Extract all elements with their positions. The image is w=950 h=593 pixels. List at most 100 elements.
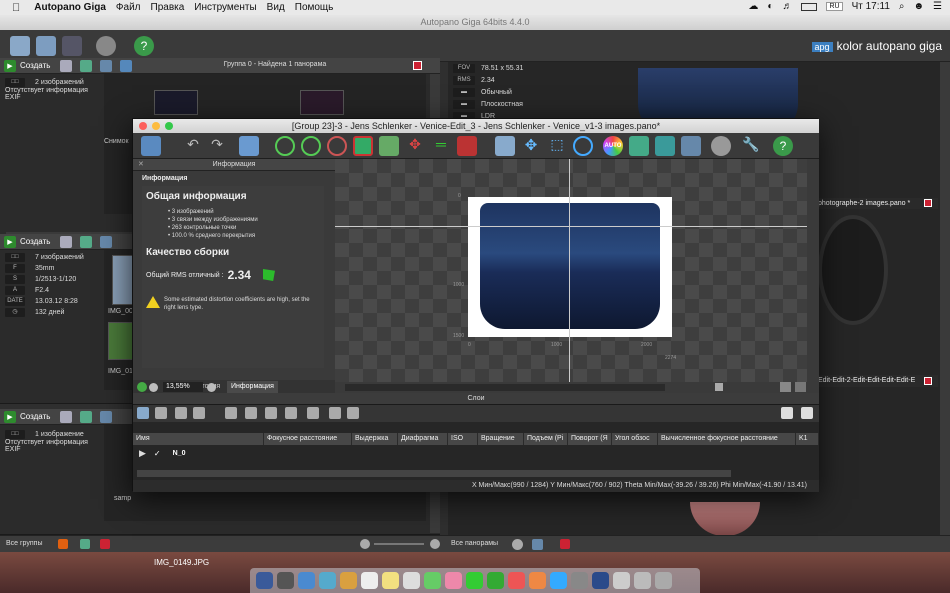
contacts-icon[interactable] — [340, 572, 357, 589]
filter-icon[interactable] — [347, 407, 359, 419]
zoom-in-icon[interactable] — [430, 539, 440, 549]
close-group-icon[interactable] — [413, 61, 422, 70]
rotate-icon[interactable] — [301, 136, 321, 156]
stop-icon[interactable] — [58, 539, 68, 549]
battery-icon[interactable] — [801, 2, 818, 11]
add-group-icon[interactable] — [80, 539, 90, 549]
zoom-out-icon[interactable] — [360, 539, 370, 549]
export-icon[interactable] — [285, 407, 297, 419]
sort-icon[interactable] — [329, 407, 341, 419]
horizon-guide[interactable] — [335, 226, 819, 227]
scrollbar[interactable] — [807, 159, 819, 382]
wifi-icon[interactable]: ◐ — [767, 1, 773, 12]
create-button[interactable]: ▶ Создать — [4, 59, 50, 72]
col-yaw[interactable]: Поворот (Я — [568, 433, 612, 445]
preview-icon[interactable] — [141, 136, 161, 156]
col-shutter[interactable]: Выдержка — [352, 433, 398, 445]
close-pano-icon[interactable] — [924, 199, 932, 207]
render-icon[interactable] — [681, 136, 701, 156]
puzzle-icon[interactable] — [120, 60, 132, 72]
undo-icon[interactable]: ↶ — [183, 136, 203, 156]
center-icon[interactable] — [275, 136, 295, 156]
horizontal-scrollbar[interactable] — [345, 384, 665, 391]
user-icon[interactable]: ☻ — [914, 1, 925, 12]
tab-information[interactable]: Информация — [227, 381, 278, 393]
folder-add-icon[interactable] — [225, 407, 237, 419]
wrench-icon[interactable] — [60, 236, 72, 248]
zoom-lock-icon[interactable] — [137, 382, 147, 392]
edit-image-icon[interactable] — [100, 411, 112, 423]
volume-icon[interactable]: ♬ — [782, 1, 792, 12]
autopano-icon[interactable] — [592, 572, 609, 589]
straighten-icon[interactable]: ═ — [431, 136, 451, 156]
launchpad-icon[interactable] — [277, 572, 294, 589]
grid-view-icon[interactable] — [780, 382, 791, 392]
link-icon[interactable] — [307, 407, 319, 419]
panorama-canvas[interactable]: 0 1000 1500 0 1000 2000 2274 — [335, 159, 819, 382]
desktop-file-label[interactable]: IMG_0149.JPG — [154, 558, 209, 567]
col-iso[interactable]: ISO — [448, 433, 478, 445]
facetime-icon[interactable] — [487, 572, 504, 589]
zoom-level[interactable]: 13,55% — [163, 382, 203, 392]
scrollbar[interactable] — [325, 186, 333, 368]
layer-row[interactable]: ▶ ✓ N_0 — [133, 446, 819, 460]
wrench-icon[interactable] — [60, 411, 72, 423]
add-image-icon[interactable] — [80, 411, 92, 423]
horizontal-scrollbar[interactable] — [142, 370, 324, 377]
col-fov[interactable]: Угол обзос — [612, 433, 658, 445]
pan-icon[interactable]: ✥ — [521, 136, 541, 156]
close-pano-icon[interactable] — [924, 377, 932, 385]
wrench-icon[interactable]: 🔧 — [741, 136, 761, 156]
panel-options-icon[interactable] — [781, 407, 793, 419]
panorama-image[interactable] — [480, 203, 660, 329]
select-icon[interactable] — [495, 136, 515, 156]
settings-gear-icon[interactable] — [711, 136, 731, 156]
open-folder-icon[interactable] — [36, 36, 56, 56]
thumb-size-slider[interactable] — [374, 543, 424, 545]
detect-grid-icon[interactable] — [62, 36, 82, 56]
help-icon[interactable]: ? — [773, 136, 793, 156]
edit-image-icon[interactable] — [100, 236, 112, 248]
create-button[interactable]: ▶ Создать — [4, 235, 50, 248]
thumbnail[interactable] — [154, 90, 198, 115]
center-guide[interactable] — [569, 159, 570, 382]
scroll-right-icon[interactable] — [715, 383, 723, 391]
edit-image-icon[interactable] — [100, 60, 112, 72]
language-flag[interactable]: RU — [826, 2, 843, 11]
menu-tools[interactable]: Инструменты — [194, 2, 256, 13]
horizon-icon[interactable] — [327, 136, 347, 156]
all-groups-label[interactable]: Все группы — [6, 540, 43, 547]
col-aperture[interactable]: Диафрагма — [398, 433, 448, 445]
apple-icon[interactable]:  — [12, 2, 20, 14]
auto-color-icon[interactable]: AUTO — [603, 136, 623, 156]
add-layer-icon[interactable] — [137, 407, 149, 419]
menu-file[interactable]: Файл — [116, 2, 141, 13]
panel-collapse-icon[interactable] — [801, 407, 813, 419]
settings-gear-icon[interactable] — [512, 539, 523, 550]
search-icon[interactable]: ⌕ — [899, 1, 905, 12]
scrollbar[interactable] — [940, 62, 950, 535]
menu-app-name[interactable]: Autopano Giga — [34, 2, 106, 13]
thumbnail[interactable] — [112, 255, 134, 305]
system-prefs-icon[interactable] — [571, 572, 588, 589]
thumbnail[interactable] — [108, 322, 134, 360]
col-focal[interactable]: Фокусное расстояние — [264, 433, 352, 445]
thumbnail[interactable] — [300, 90, 344, 115]
wrench-icon[interactable] — [60, 60, 72, 72]
create-button[interactable]: ▶ Создать — [4, 410, 50, 423]
col-name[interactable]: Имя — [133, 433, 264, 445]
redo-icon[interactable]: ↷ — [207, 136, 227, 156]
menu-help[interactable]: Помощь — [295, 2, 334, 13]
expand-icon[interactable]: ▶ — [139, 448, 146, 459]
crop-icon[interactable] — [353, 136, 373, 156]
mail-icon[interactable] — [319, 572, 336, 589]
trash-icon[interactable] — [655, 572, 672, 589]
move-icon[interactable]: ✥ — [405, 136, 425, 156]
duplicate-layer-icon[interactable] — [155, 407, 167, 419]
settings-gear-icon[interactable] — [96, 36, 116, 56]
image-icon[interactable] — [265, 407, 277, 419]
menu-view[interactable]: Вид — [267, 2, 285, 13]
document-icon[interactable] — [613, 572, 630, 589]
fit-icon[interactable] — [379, 136, 399, 156]
help-icon[interactable]: ? — [134, 36, 154, 56]
